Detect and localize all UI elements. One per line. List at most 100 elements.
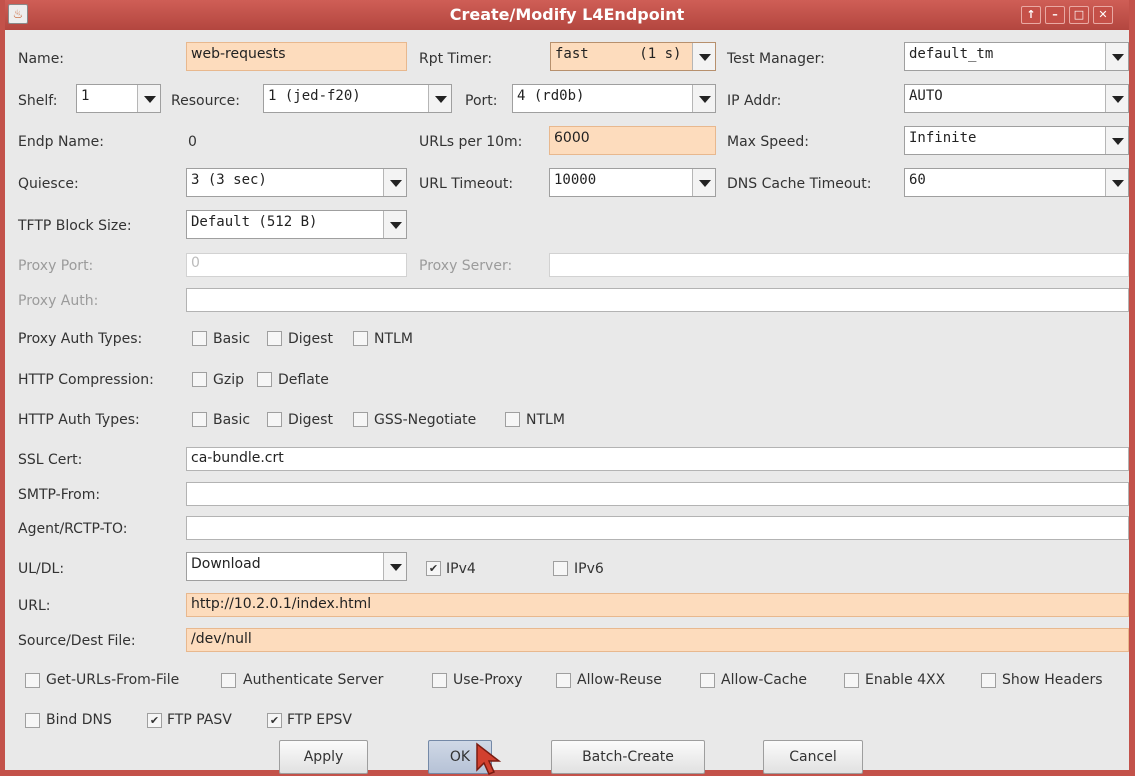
resource-select[interactable]: 1 (jed-f20) (263, 84, 452, 113)
chevron-down-icon[interactable] (383, 553, 406, 580)
tftp-block-size-select[interactable]: Default (512 B) (186, 210, 407, 239)
name-label: Name: (18, 51, 65, 67)
batch-create-button[interactable]: Batch-Create (551, 740, 705, 774)
ipv4-label: IPv4 (446, 561, 476, 577)
deflate-checkbox[interactable] (257, 372, 272, 387)
proxy-auth-ntlm-label: NTLM (374, 331, 413, 347)
chevron-down-icon[interactable] (692, 43, 715, 70)
proxy-auth-digest-checkbox[interactable] (267, 331, 282, 346)
proxy-port-field: 0 (186, 253, 407, 277)
allow-reuse-checkbox[interactable] (556, 673, 571, 688)
resource-value: 1 (jed-f20) (268, 88, 361, 104)
tftp-block-size-value: Default (512 B) (191, 214, 318, 230)
proxy-auth-digest-label: Digest (288, 331, 333, 347)
resource-label: Resource: (171, 93, 240, 109)
authenticate-server-label: Authenticate Server (243, 672, 384, 688)
title-bar[interactable]: ♨ Create/Modify L4Endpoint ↑ – □ ✕ (5, 0, 1129, 30)
bind-dns-checkbox[interactable] (25, 713, 40, 728)
quiesce-select[interactable]: 3 (3 sec) (186, 168, 407, 197)
shelf-label: Shelf: (18, 93, 58, 109)
url-field[interactable]: http://10.2.0.1/index.html (186, 593, 1129, 617)
use-proxy-checkbox[interactable] (432, 673, 447, 688)
smtp-from-field[interactable] (186, 482, 1129, 506)
allow-cache-label: Allow-Cache (721, 672, 807, 688)
show-headers-label: Show Headers (1002, 672, 1103, 688)
minimize-icon[interactable]: – (1045, 6, 1065, 24)
ssl-cert-label: SSL Cert: (18, 452, 83, 468)
dns-cache-timeout-select[interactable]: 60 (904, 168, 1129, 197)
always-on-top-icon[interactable]: ↑ (1021, 6, 1041, 24)
test-manager-select[interactable]: default_tm (904, 42, 1129, 71)
chevron-down-icon[interactable] (383, 211, 406, 238)
url-timeout-select[interactable]: 10000 (549, 168, 716, 197)
urls-per-10m-label: URLs per 10m: (419, 134, 523, 150)
ipv4-checkbox[interactable]: ✔ (426, 561, 441, 576)
get-urls-from-file-checkbox[interactable] (25, 673, 40, 688)
chevron-down-icon[interactable] (1105, 127, 1128, 154)
chevron-down-icon[interactable] (383, 169, 406, 196)
http-auth-digest-checkbox[interactable] (267, 412, 282, 427)
mouse-pointer-icon (476, 742, 502, 775)
test-manager-value: default_tm (909, 46, 994, 62)
gzip-checkbox[interactable] (192, 372, 207, 387)
use-proxy-label: Use-Proxy (453, 672, 523, 688)
allow-cache-checkbox[interactable] (700, 673, 715, 688)
apply-button[interactable]: Apply (279, 740, 368, 774)
source-dest-file-label: Source/Dest File: (18, 633, 136, 649)
port-label: Port: (465, 93, 498, 109)
chevron-down-icon[interactable] (1105, 43, 1128, 70)
authenticate-server-checkbox[interactable] (221, 673, 236, 688)
enable-4xx-checkbox[interactable] (844, 673, 859, 688)
ipv6-label: IPv6 (574, 561, 604, 577)
window-title: Create/Modify L4Endpoint (449, 5, 685, 24)
cancel-button[interactable]: Cancel (763, 740, 863, 774)
ftp-pasv-checkbox[interactable]: ✔ (147, 713, 162, 728)
test-manager-label: Test Manager: (727, 51, 825, 67)
maximize-icon[interactable]: □ (1069, 6, 1089, 24)
proxy-server-field (549, 253, 1129, 277)
shelf-select[interactable]: 1 (76, 84, 161, 113)
chevron-down-icon[interactable] (1105, 169, 1128, 196)
shelf-value: 1 (81, 88, 90, 104)
max-speed-select[interactable]: Infinite (904, 126, 1129, 155)
proxy-auth-ntlm-checkbox[interactable] (353, 331, 368, 346)
urls-per-10m-field[interactable]: 6000 (549, 126, 716, 155)
show-headers-checkbox[interactable] (981, 673, 996, 688)
ftp-epsv-label: FTP EPSV (287, 712, 353, 728)
proxy-auth-basic-checkbox[interactable] (192, 331, 207, 346)
chevron-down-icon[interactable] (692, 85, 715, 112)
quiesce-label: Quiesce: (18, 176, 79, 192)
chevron-down-icon[interactable] (428, 85, 451, 112)
deflate-label: Deflate (278, 372, 329, 388)
ipv6-checkbox[interactable] (553, 561, 568, 576)
port-select[interactable]: 4 (rd0b) (512, 84, 716, 113)
chevron-down-icon[interactable] (692, 169, 715, 196)
http-auth-basic-checkbox[interactable] (192, 412, 207, 427)
enable-4xx-label: Enable 4XX (865, 672, 946, 688)
gss-negotiate-checkbox[interactable] (353, 412, 368, 427)
http-auth-digest-label: Digest (288, 412, 333, 428)
http-auth-basic-label: Basic (213, 412, 251, 428)
chevron-down-icon[interactable] (1105, 85, 1128, 112)
proxy-port-label: Proxy Port: (18, 258, 94, 274)
chevron-down-icon[interactable] (137, 85, 160, 112)
name-field[interactable]: web-requests (186, 42, 407, 71)
ip-addr-value: AUTO (909, 88, 943, 104)
ftp-pasv-label: FTP PASV (167, 712, 232, 728)
source-dest-file-field[interactable]: /dev/null (186, 628, 1129, 652)
ul-dl-select[interactable]: Download (186, 552, 407, 581)
ftp-epsv-checkbox[interactable]: ✔ (267, 713, 282, 728)
proxy-auth-field[interactable] (186, 288, 1129, 312)
ul-dl-label: UL/DL: (18, 561, 65, 577)
close-icon[interactable]: ✕ (1093, 6, 1113, 24)
agent-rctp-to-field[interactable] (186, 516, 1129, 540)
max-speed-value: Infinite (909, 130, 977, 146)
ip-addr-select[interactable]: AUTO (904, 84, 1129, 113)
http-auth-ntlm-checkbox[interactable] (505, 412, 520, 427)
endp-name-value: 0 (188, 134, 197, 150)
endp-name-label: Endp Name: (18, 134, 104, 150)
ssl-cert-field[interactable]: ca-bundle.crt (186, 447, 1129, 471)
rpt-timer-select[interactable]: fast (1 s) (550, 42, 716, 71)
dns-cache-timeout-value: 60 (909, 172, 926, 188)
dialog-window: ♨ Create/Modify L4Endpoint ↑ – □ ✕ Name:… (0, 0, 1135, 776)
